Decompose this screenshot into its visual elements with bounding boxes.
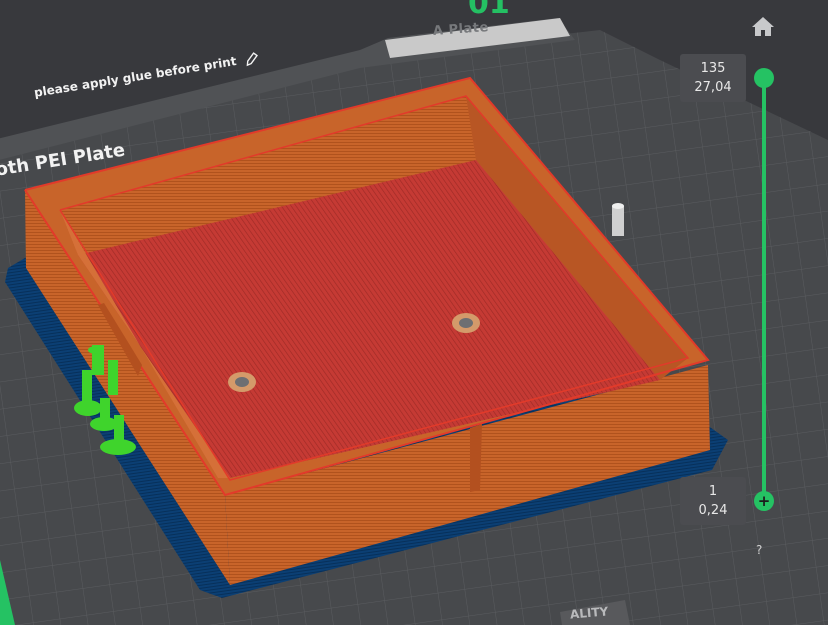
- home-icon: [752, 17, 774, 36]
- home-view-button[interactable]: [751, 14, 775, 38]
- top-layer-number: 135: [700, 61, 726, 76]
- preview-viewport[interactable]: 01 A Plate please apply glue before prin…: [0, 0, 828, 625]
- edit-pencil-icon[interactable]: [243, 51, 259, 67]
- bottom-layer-readout: 1 0,24: [680, 477, 746, 525]
- add-icon: +: [757, 492, 771, 510]
- top-layer-readout: 135 27,04: [680, 54, 746, 102]
- bottom-layer-number: 1: [708, 484, 718, 499]
- model-pin: [612, 206, 624, 236]
- plate-index: 01: [468, 0, 510, 21]
- bottom-layer-handle[interactable]: +: [754, 491, 774, 511]
- top-layer-height: 27,04: [694, 80, 732, 95]
- layer-slider-track[interactable]: [762, 78, 766, 502]
- help-button[interactable]: ?: [756, 543, 762, 557]
- top-layer-handle[interactable]: [754, 68, 774, 88]
- bottom-layer-height: 0,24: [698, 503, 728, 518]
